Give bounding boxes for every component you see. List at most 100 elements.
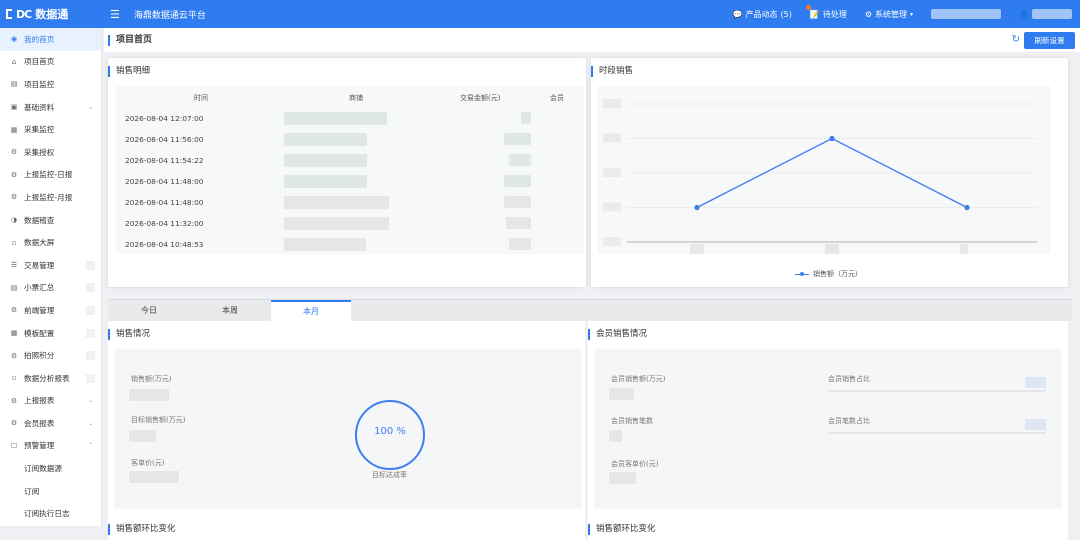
- member-sales-amount-redacted: [609, 388, 634, 400]
- member-sales-panel: 会员销售情况 会员销售额(万元) 会员销售笔数 会员客单价(元) 会员销售占比 …: [588, 321, 1068, 526]
- sidebar-item-16[interactable]: ⚙ 上报报表 ⌄: [0, 390, 101, 413]
- refresh-settings-button[interactable]: 刷新设置: [1024, 32, 1075, 49]
- row-time: 2026-08-04 11:48:00: [125, 177, 204, 186]
- tab-2[interactable]: 本月: [271, 300, 351, 322]
- sidebar-item-17[interactable]: ⚙ 会员报表 ⌄: [0, 412, 101, 435]
- period-sales-title: 时段销售: [591, 66, 633, 77]
- gear-icon: ⚙: [10, 351, 18, 360]
- y-tick-label-redacted: [603, 202, 621, 212]
- gear-icon: ⚙: [10, 419, 18, 428]
- gear-icon: ⚙: [10, 193, 18, 202]
- sidebar-item-label: 数据大屏: [24, 238, 55, 248]
- todo-label: 待处理: [822, 9, 847, 19]
- home-icon: ⌂: [11, 57, 17, 66]
- sidebar-item-15[interactable]: ▫ 数据分析报表: [0, 367, 101, 390]
- sidebar-item-4[interactable]: ▦ 采集监控: [0, 118, 101, 141]
- sidebar-item-label: 会员报表: [24, 418, 55, 428]
- row-time: 2026-08-04 11:56:00: [125, 135, 204, 144]
- chevron-down-icon: ⌄: [87, 419, 93, 427]
- user-icon: 👤: [1019, 9, 1029, 19]
- sidebar-item-9[interactable]: ▫ 数据大屏: [0, 231, 101, 254]
- gear-icon: ⚙: [10, 170, 18, 179]
- bookmark-icon: ☐: [10, 441, 18, 450]
- sidebar-item-10[interactable]: ☰ 交易管理: [0, 254, 101, 277]
- data-point: [964, 204, 970, 211]
- sidebar-subitem-2[interactable]: 订阅执行日志: [0, 502, 101, 525]
- table-row[interactable]: 2026-08-04 11:48:00: [116, 192, 584, 213]
- user-menu[interactable]: 👤: [1019, 9, 1072, 19]
- table-row[interactable]: 2026-08-04 10:48:53: [116, 234, 584, 255]
- unit-price-label: 客单价(元): [131, 459, 165, 467]
- gear-icon: ⚙: [864, 9, 873, 19]
- sales-change-panel-left: 销售额环比变化: [108, 520, 585, 540]
- chevron-down-icon: ⌄: [87, 397, 93, 405]
- sidebar-item-3[interactable]: ▣ 基础资料 ⌄: [0, 96, 101, 119]
- sidebar-item-18[interactable]: ☐ 预警管理 ⌃: [0, 435, 101, 458]
- todo-button[interactable]: 📝 待处理: [805, 4, 847, 20]
- y-tick-label-redacted: [603, 237, 621, 246]
- row-amount-redacted: [506, 217, 531, 229]
- org-name-redacted: [931, 9, 1002, 19]
- member-count-ratio-redacted: [1025, 419, 1046, 430]
- sales-detail-table: 时间 商铺 交易金额(元) 会员 2026-08-04 12:07:00 2026…: [116, 86, 584, 254]
- member-sales-title: 会员销售情况: [588, 329, 647, 340]
- monitor-icon: ▤: [10, 80, 18, 89]
- sidebar-item-1[interactable]: ⌂ 项目首页: [0, 51, 101, 74]
- sidebar-item-label: 采集监控: [24, 125, 55, 135]
- system-mgmt-label: 系统管理: [875, 9, 908, 19]
- target-progress-ring: 100 %: [355, 400, 425, 470]
- todo-icon: 📝: [809, 9, 820, 19]
- list-icon: ☰: [10, 261, 18, 270]
- product-news-button[interactable]: 💬 产品动态 (5): [733, 9, 792, 20]
- sidebar-item-label: 上报监控-日报: [24, 170, 73, 180]
- table-row[interactable]: 2026-08-04 11:48:00: [116, 171, 584, 192]
- page-header: 项目首页 ↻ 刷新设置: [104, 28, 1080, 52]
- sidebar-badge-redacted: [86, 328, 95, 338]
- table-row[interactable]: 2026-08-04 11:32:00: [116, 213, 584, 234]
- sidebar-item-7[interactable]: ⚙ 上报监控-月报: [0, 186, 101, 209]
- row-shop-redacted: [284, 217, 389, 230]
- template-icon: ▦: [10, 329, 18, 338]
- row-amount-redacted: [509, 238, 531, 250]
- sales-status-title: 销售情况: [108, 329, 150, 340]
- sidebar-item-13[interactable]: ▦ 模板配置: [0, 322, 101, 345]
- menu-toggle-icon[interactable]: ☰: [110, 8, 120, 21]
- sidebar-item-8[interactable]: ◑ 数据稽查: [0, 209, 101, 232]
- page-title: 项目首页: [108, 34, 152, 46]
- sidebar-item-11[interactable]: ▤ 小票汇总: [0, 277, 101, 300]
- sidebar-badge-redacted: [86, 305, 95, 315]
- tab-0[interactable]: 今日: [109, 300, 189, 322]
- sidebar-item-6[interactable]: ⚙ 上报监控-日报: [0, 164, 101, 187]
- sidebar-item-5[interactable]: ⚙ 采集授权: [0, 141, 101, 164]
- sidebar-subitem-0[interactable]: 订阅数据源: [0, 457, 101, 480]
- row-time: 2026-08-04 11:54:22: [125, 156, 204, 165]
- logo[interactable]: DC 数据通: [0, 6, 104, 22]
- sidebar-item-0[interactable]: ◉ 我的首页: [0, 28, 101, 51]
- table-row[interactable]: 2026-08-04 11:56:00: [116, 129, 584, 150]
- member-count-ratio-label: 会员笔数占比: [828, 417, 870, 425]
- table-row[interactable]: 2026-08-04 12:07:00: [116, 108, 584, 129]
- sidebar-subitem-1[interactable]: 订阅: [0, 480, 101, 503]
- unit-price-value-redacted: [129, 471, 179, 483]
- x-tick-label-redacted: [960, 244, 968, 254]
- sidebar-item-12[interactable]: ⚙ 前端管理: [0, 299, 101, 322]
- refresh-icon[interactable]: ↻: [1012, 34, 1020, 45]
- folder-icon: ▣: [10, 103, 18, 112]
- legend-marker-icon: [795, 271, 809, 276]
- sidebar-item-14[interactable]: ⚙ 拍照积分: [0, 344, 101, 367]
- org-selector[interactable]: [931, 9, 1002, 19]
- column-header-member: 会员: [550, 94, 564, 102]
- tab-1[interactable]: 本周: [190, 300, 270, 322]
- sidebar-item-label: 数据分析报表: [24, 373, 70, 383]
- table-row[interactable]: 2026-08-04 11:54:22: [116, 150, 584, 171]
- gear-icon: ⚙: [10, 148, 18, 157]
- sidebar-item-2[interactable]: ▤ 项目监控: [0, 73, 101, 96]
- member-sales-count-redacted: [609, 430, 622, 442]
- sidebar-item-label: 预警管理: [24, 441, 55, 451]
- receipt-icon: ▤: [10, 283, 18, 292]
- chart-icon: ▫: [11, 374, 17, 383]
- system-mgmt-menu[interactable]: ⚙ 系统管理 ▾: [865, 9, 913, 20]
- data-point: [829, 135, 835, 142]
- sidebar-item-label: 交易管理: [24, 260, 55, 270]
- sidebar-badge-redacted: [86, 351, 95, 361]
